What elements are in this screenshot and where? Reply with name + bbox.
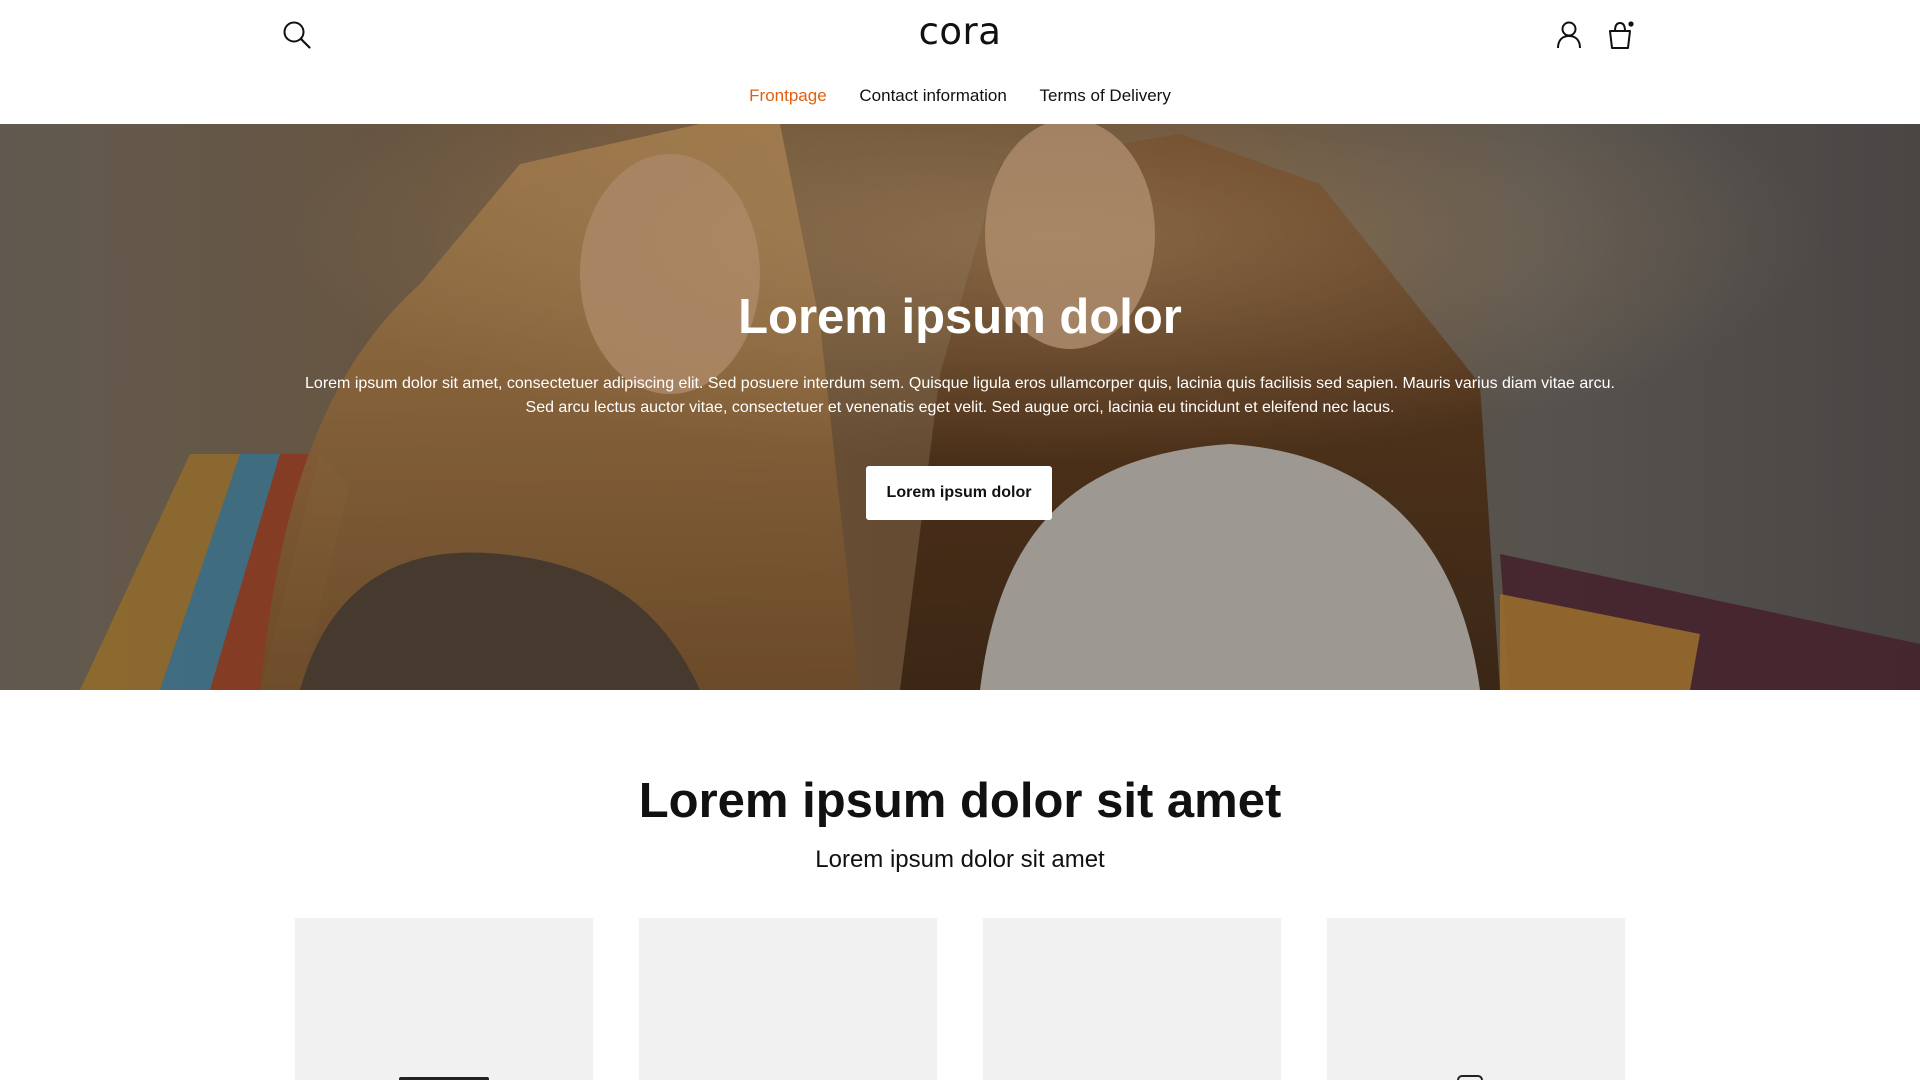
site-header: cora Frontpage Contact information Terms… — [0, 0, 1920, 123]
shopping-bag-icon — [1609, 21, 1634, 49]
product-card[interactable] — [1327, 918, 1625, 1080]
product-card[interactable] — [639, 918, 937, 1080]
hero-banner: Lorem ipsum dolor Lorem ipsum dolor sit … — [0, 124, 1920, 690]
nav-item-frontpage[interactable]: Frontpage — [749, 86, 827, 106]
card-image-placeholder — [1457, 1075, 1483, 1080]
nav-item-terms-of-delivery[interactable]: Terms of Delivery — [1040, 86, 1171, 106]
main-nav: Frontpage Contact information Terms of D… — [0, 86, 1920, 106]
nav-item-contact-information[interactable]: Contact information — [859, 86, 1006, 106]
user-icon — [1557, 21, 1581, 49]
product-card[interactable] — [295, 918, 593, 1080]
section-subtitle: Lorem ipsum dolor sit amet — [815, 846, 1105, 873]
cart-button[interactable] — [1604, 19, 1636, 51]
section-title: Lorem ipsum dolor sit amet — [638, 774, 1282, 828]
product-card[interactable] — [983, 918, 1281, 1080]
account-button[interactable] — [1554, 20, 1584, 50]
logo-text: cora — [918, 10, 1002, 53]
hero-description: Lorem ipsum dolor sit amet, consectetuer… — [305, 375, 1615, 416]
hero-cta-button[interactable]: Lorem ipsum dolor — [866, 466, 1052, 520]
hero-title: Lorem ipsum dolor — [738, 290, 1182, 344]
